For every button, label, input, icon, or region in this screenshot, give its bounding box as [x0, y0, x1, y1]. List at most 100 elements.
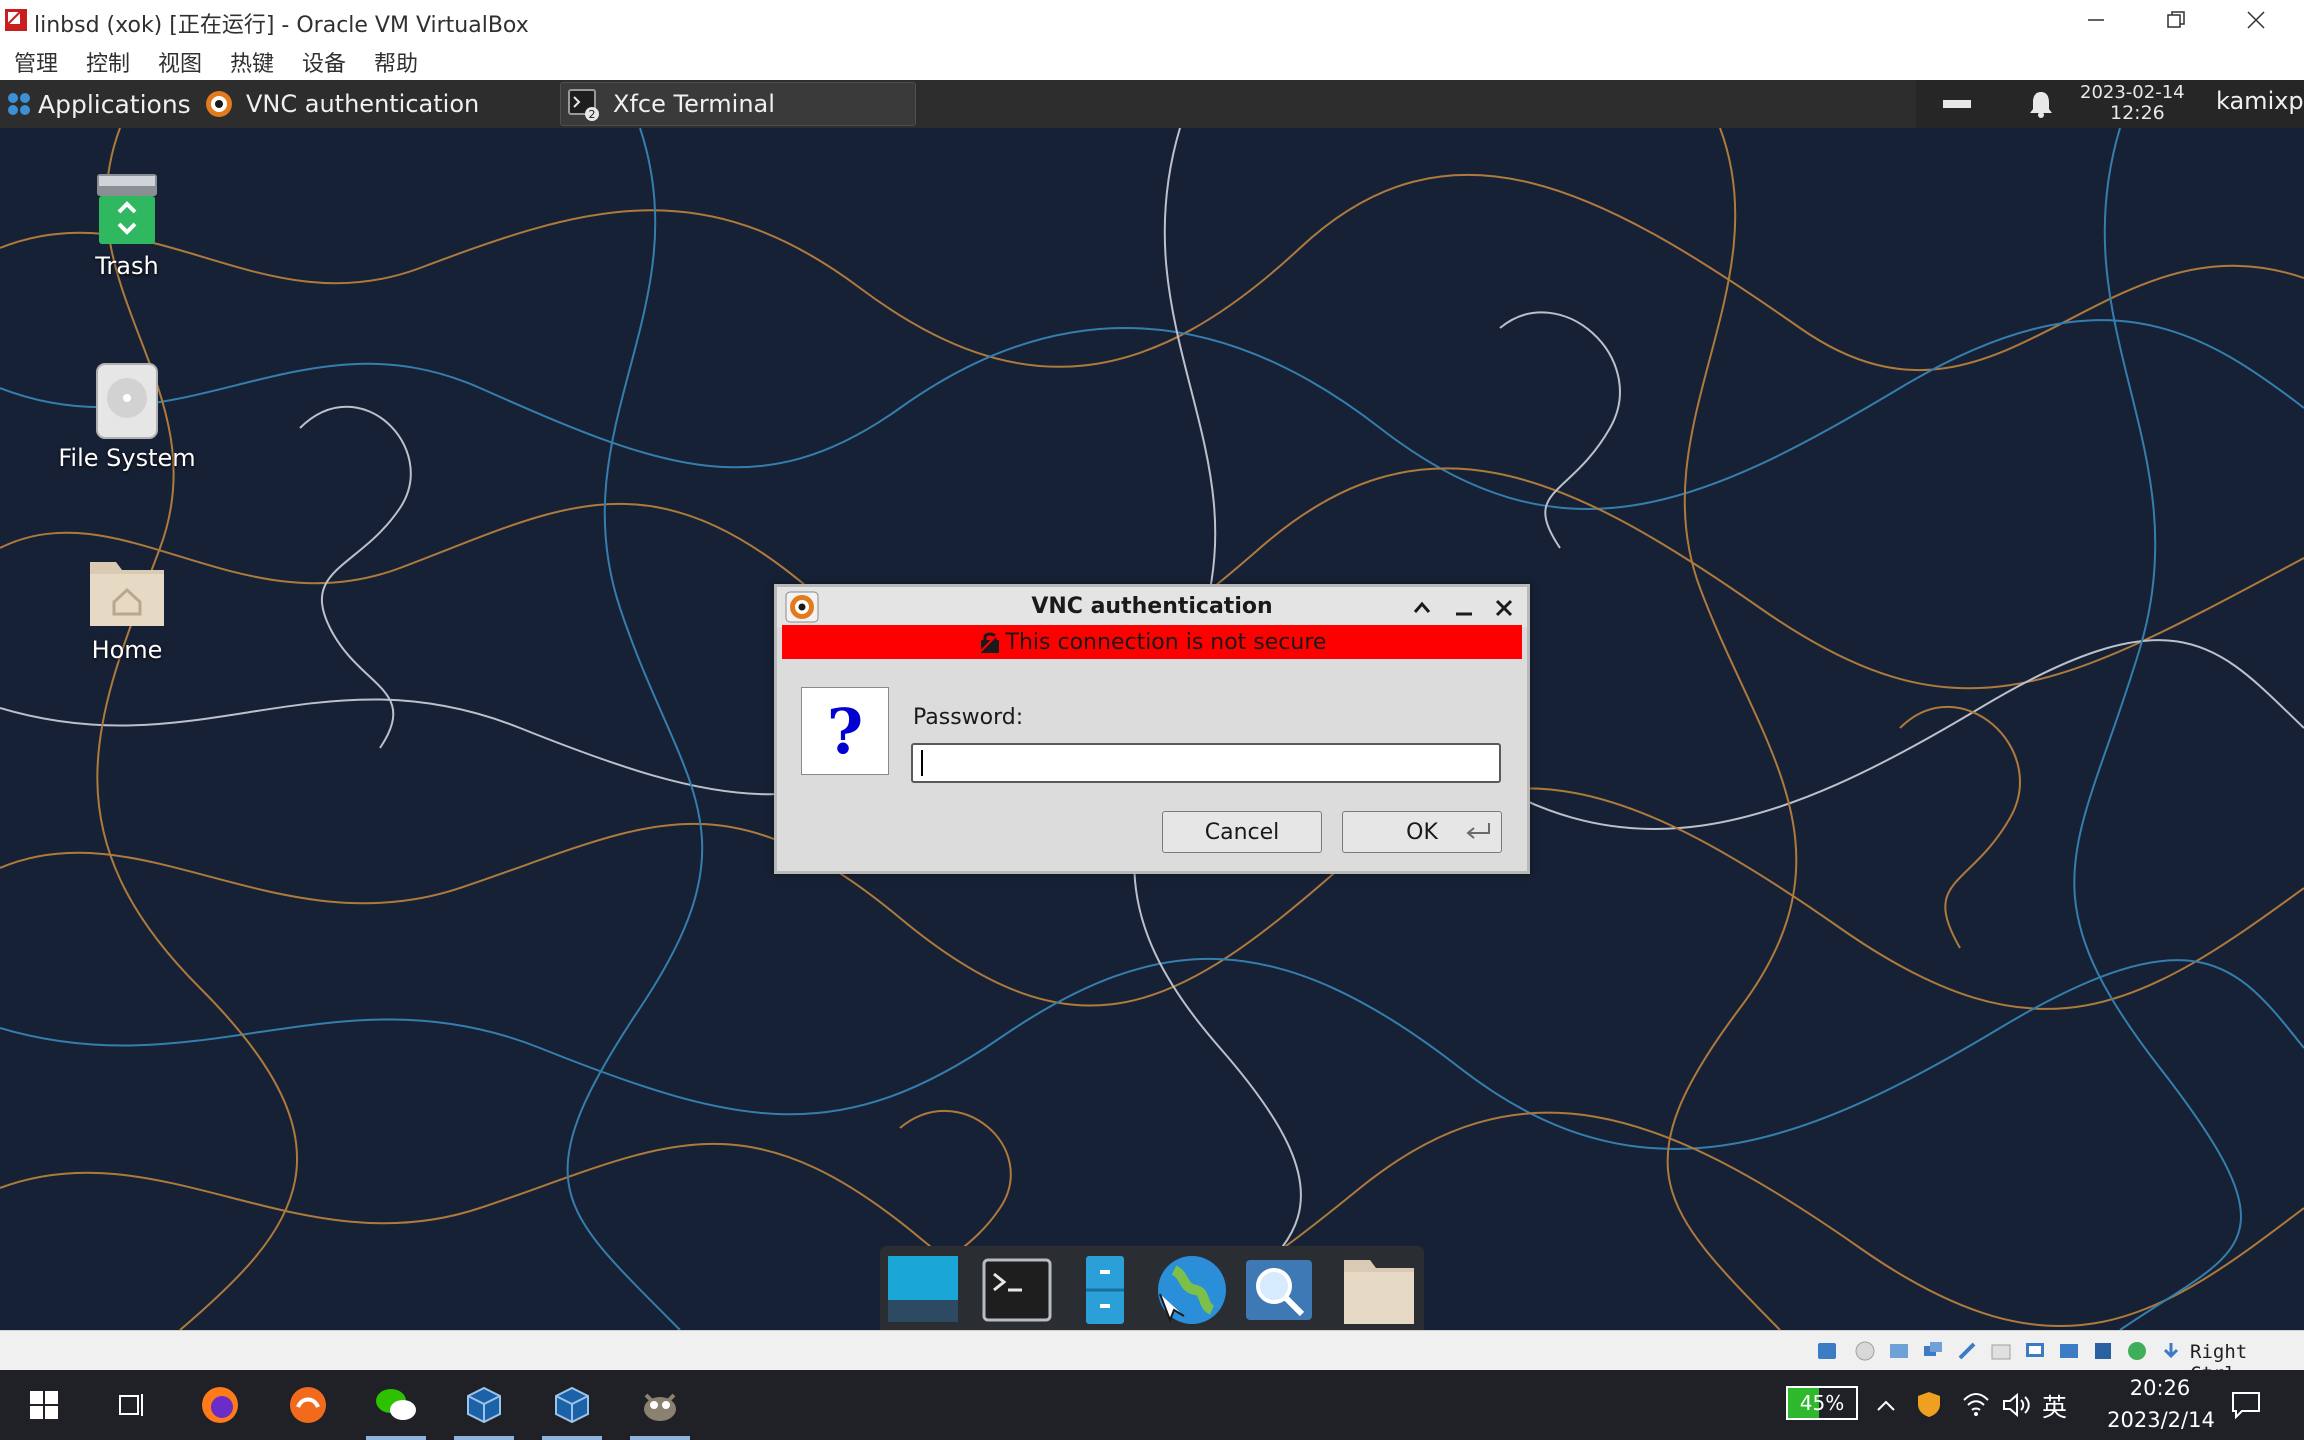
- notification-center-icon[interactable]: [2230, 1389, 2262, 1421]
- panel-clock-time[interactable]: 12:26: [2110, 102, 2165, 124]
- enter-key-icon: [1466, 823, 1490, 839]
- dock-terminal[interactable]: [978, 1254, 1056, 1326]
- wechat-icon: [376, 1389, 416, 1420]
- vbox-titlebar: linbsd (xok) [正在运行] - Oracle VM VirtualB…: [0, 0, 2304, 40]
- desktop-icon-home[interactable]: Home: [42, 550, 212, 664]
- dialog-titlebar[interactable]: VNC authentication: [777, 587, 1527, 627]
- running-indicator: [630, 1436, 690, 1440]
- panel-clock-date[interactable]: 2023-02-14: [2080, 82, 2185, 103]
- optical-drive-icon[interactable]: [1854, 1340, 1876, 1362]
- desktop-icon-trash[interactable]: Trash: [42, 170, 212, 280]
- ok-button-label: OK: [1406, 819, 1438, 845]
- shared-folders-icon[interactable]: [1990, 1340, 2012, 1362]
- panel-user-name[interactable]: kamixp: [2216, 87, 2304, 115]
- menu-hotkeys[interactable]: 热键: [230, 46, 274, 78]
- taskbar-clock-date[interactable]: 2023/2/14: [2086, 1408, 2236, 1432]
- orange-app-icon: [290, 1387, 326, 1423]
- desktop-icon-label: Trash: [95, 252, 159, 280]
- applications-menu-label: Applications: [38, 89, 191, 119]
- menu-view[interactable]: 视图: [158, 46, 202, 78]
- maximize-chevron-icon[interactable]: [1411, 597, 1433, 619]
- show-desktop-icon: [888, 1256, 958, 1322]
- password-input[interactable]: [911, 743, 1501, 783]
- dock-file-cabinet[interactable]: [1066, 1254, 1144, 1326]
- guest-screen[interactable]: Applications VNC authentication 2 Xfce T…: [0, 80, 2304, 1330]
- close-window-button[interactable]: [2216, 0, 2296, 40]
- dock-show-desktop[interactable]: [884, 1254, 962, 1326]
- virtualbox-app-icon: [5, 9, 27, 31]
- wifi-icon[interactable]: [1962, 1392, 1990, 1418]
- close-icon: [2247, 11, 2265, 29]
- cpu-icon[interactable]: [2092, 1340, 2114, 1362]
- close-icon[interactable]: [1493, 597, 1515, 619]
- taskbar-virtualbox-1[interactable]: [440, 1370, 528, 1440]
- battery-indicator[interactable]: 45%: [1786, 1386, 1858, 1420]
- taskbar-clock-time[interactable]: 20:26: [2100, 1376, 2220, 1400]
- search-icon: [1246, 1260, 1312, 1320]
- keyboard-capture-icon[interactable]: [2160, 1340, 2182, 1362]
- drive-icon: [96, 363, 158, 439]
- security-shield-icon[interactable]: [1916, 1390, 1942, 1418]
- dock: [880, 1246, 1424, 1330]
- taskbar-firefox[interactable]: [176, 1370, 264, 1440]
- usb-icon[interactable]: [1956, 1340, 1978, 1362]
- ok-button[interactable]: OK: [1342, 811, 1502, 853]
- taskbar-virtualbox-2[interactable]: [528, 1370, 616, 1440]
- question-mark: ?: [826, 694, 864, 768]
- dock-web-browser[interactable]: [1152, 1254, 1230, 1326]
- task-view-button[interactable]: [88, 1370, 176, 1440]
- task-view-icon: [119, 1394, 143, 1416]
- task-xfce-terminal[interactable]: 2 Xfce Terminal: [560, 82, 916, 126]
- window-title: linbsd (xok) [正在运行] - Oracle VM VirtualB…: [34, 13, 529, 38]
- task-terminal-label: Xfce Terminal: [613, 90, 775, 118]
- task-count-badge: 2: [589, 108, 596, 121]
- trash-icon: [97, 174, 157, 244]
- speaker-icon[interactable]: [2002, 1392, 2032, 1418]
- menu-help[interactable]: 帮助: [374, 46, 418, 78]
- windows-start-button[interactable]: [0, 1370, 88, 1440]
- vnc-authentication-dialog: VNC authentication This connection is no…: [774, 584, 1530, 874]
- dock-file-manager[interactable]: [1340, 1254, 1418, 1326]
- keyboard-layout-icon[interactable]: [1942, 94, 1972, 114]
- notification-bell-icon[interactable]: [2028, 90, 2054, 118]
- hard-disk-icon[interactable]: [1816, 1340, 1838, 1362]
- virtualbox-icon: [555, 1386, 589, 1424]
- network-icon[interactable]: [1922, 1340, 1944, 1362]
- minimize-button[interactable]: [2056, 0, 2136, 40]
- terminal-icon: 2: [568, 89, 599, 121]
- recording-icon[interactable]: [2058, 1340, 2080, 1362]
- menu-control[interactable]: 控制: [86, 46, 130, 78]
- task-vnc-label: VNC authentication: [246, 90, 480, 118]
- vnc-viewer-icon: [206, 91, 232, 117]
- desktop-icon-label: Home: [91, 636, 163, 664]
- audio-icon[interactable]: [1888, 1340, 1910, 1362]
- file-cabinet-icon: [1086, 1256, 1124, 1324]
- menu-devices[interactable]: 设备: [302, 46, 346, 78]
- globe-icon: [1158, 1256, 1226, 1324]
- running-indicator: [366, 1436, 426, 1440]
- task-vnc-authentication[interactable]: VNC authentication: [196, 82, 556, 126]
- taskbar-wechat[interactable]: [352, 1370, 440, 1440]
- vbox-menubar: 管理 控制 视图 热键 设备 帮助: [0, 40, 2304, 80]
- restore-icon: [2167, 11, 2185, 28]
- taskbar-app-orange[interactable]: [264, 1370, 352, 1440]
- desktop-icon-file-system[interactable]: File System: [42, 362, 212, 472]
- chevron-up-icon[interactable]: [1874, 1394, 1898, 1418]
- applications-menu-button[interactable]: Applications: [0, 80, 192, 128]
- dock-search[interactable]: [1240, 1254, 1318, 1326]
- taskbar-gimp[interactable]: [616, 1370, 704, 1440]
- text-cursor: [921, 750, 923, 776]
- menu-manage[interactable]: 管理: [14, 46, 58, 78]
- restore-button[interactable]: [2136, 0, 2216, 40]
- display-icon[interactable]: [2024, 1340, 2046, 1362]
- minimize-icon[interactable]: [1453, 597, 1475, 619]
- insecure-connection-banner: This connection is not secure: [782, 625, 1522, 659]
- insecure-lock-icon: [978, 631, 1001, 653]
- cancel-button[interactable]: Cancel: [1162, 811, 1322, 853]
- mouse-integration-icon[interactable]: [2126, 1340, 2148, 1362]
- running-indicator: [454, 1436, 514, 1440]
- windows-logo-icon: [30, 1391, 58, 1419]
- input-method-indicator[interactable]: 英: [2042, 1388, 2067, 1424]
- xfce-panel: Applications VNC authentication 2 Xfce T…: [0, 80, 2304, 128]
- terminal-icon: [982, 1258, 1052, 1322]
